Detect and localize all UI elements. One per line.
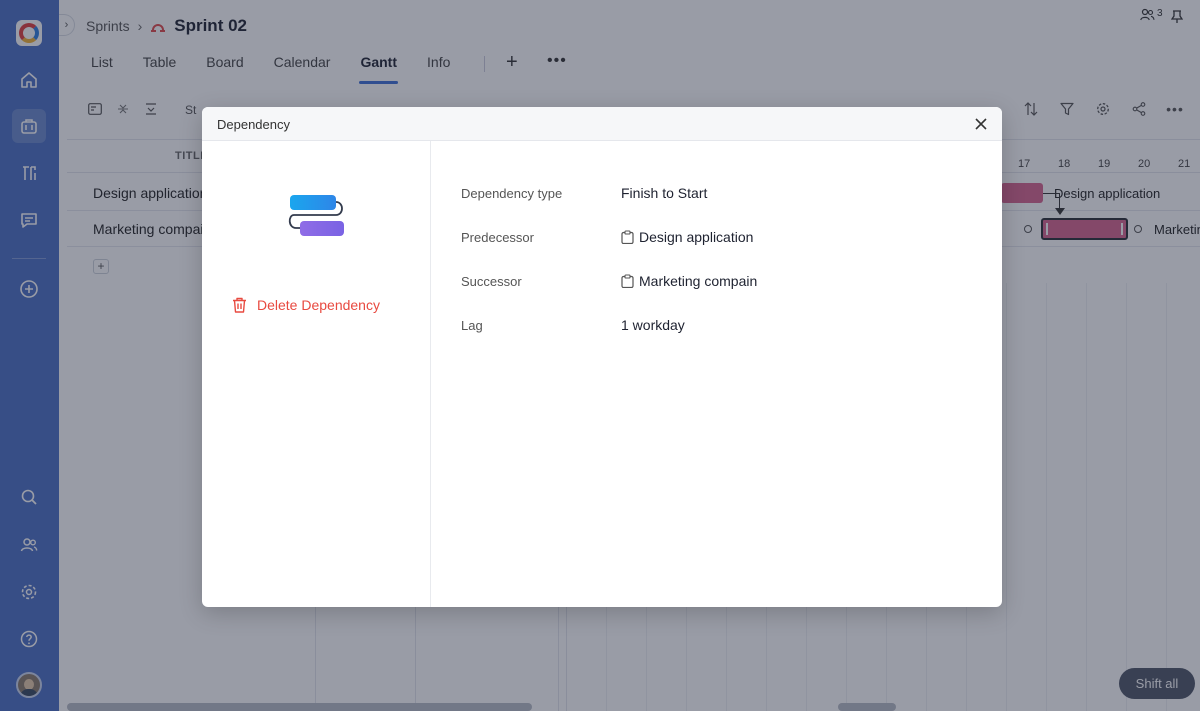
- successor-task-link[interactable]: Marketing compain: [621, 273, 757, 289]
- field-label: Successor: [461, 274, 522, 289]
- dialog-header: Dependency: [202, 107, 1002, 141]
- clipboard-icon: [621, 274, 634, 288]
- dependency-illustration-icon: [288, 195, 344, 236]
- field-label: Predecessor: [461, 230, 534, 245]
- dialog-side-panel: Delete Dependency: [202, 141, 431, 607]
- clipboard-icon: [621, 230, 634, 244]
- field-value: Design application: [639, 229, 754, 245]
- field-value: Finish to Start: [621, 185, 708, 201]
- predecessor-task-link[interactable]: Design application: [621, 229, 753, 245]
- dependency-dialog: Dependency Delete Dependency Dependency …: [202, 107, 1002, 607]
- field-label: Lag: [461, 318, 483, 333]
- delete-dependency-label: Delete Dependency: [257, 297, 380, 313]
- delete-dependency-button[interactable]: Delete Dependency: [232, 297, 380, 313]
- dialog-title: Dependency: [217, 117, 290, 132]
- lag-value[interactable]: 1 workday: [621, 317, 685, 333]
- field-value: Marketing compain: [639, 273, 758, 289]
- dependency-type-value[interactable]: Finish to Start: [621, 185, 707, 201]
- trash-icon: [233, 297, 246, 313]
- field-label: Dependency type: [461, 186, 563, 201]
- close-icon[interactable]: [970, 113, 992, 135]
- field-value: 1 workday: [621, 317, 685, 333]
